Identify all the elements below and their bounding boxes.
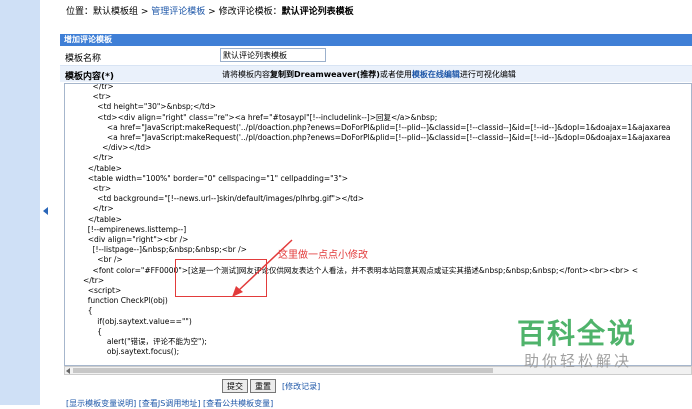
watermark-subtitle: 助你轻松解决 <box>524 352 633 370</box>
watermark-title: 百科全说 <box>517 317 638 350</box>
annotation-text: 这里做一点点小修改 <box>278 250 368 261</box>
